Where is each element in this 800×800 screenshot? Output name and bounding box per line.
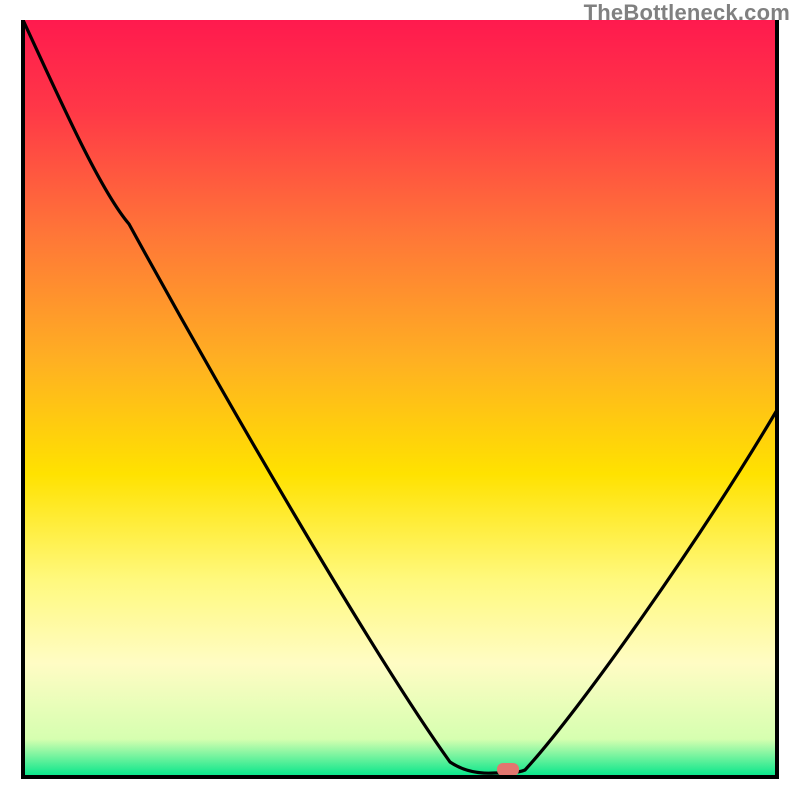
chart-svg	[20, 20, 780, 780]
watermark-text: TheBottleneck.com	[584, 0, 790, 26]
chart-frame	[20, 20, 780, 780]
chart-background-gradient	[23, 20, 777, 777]
minimum-marker	[497, 763, 519, 776]
